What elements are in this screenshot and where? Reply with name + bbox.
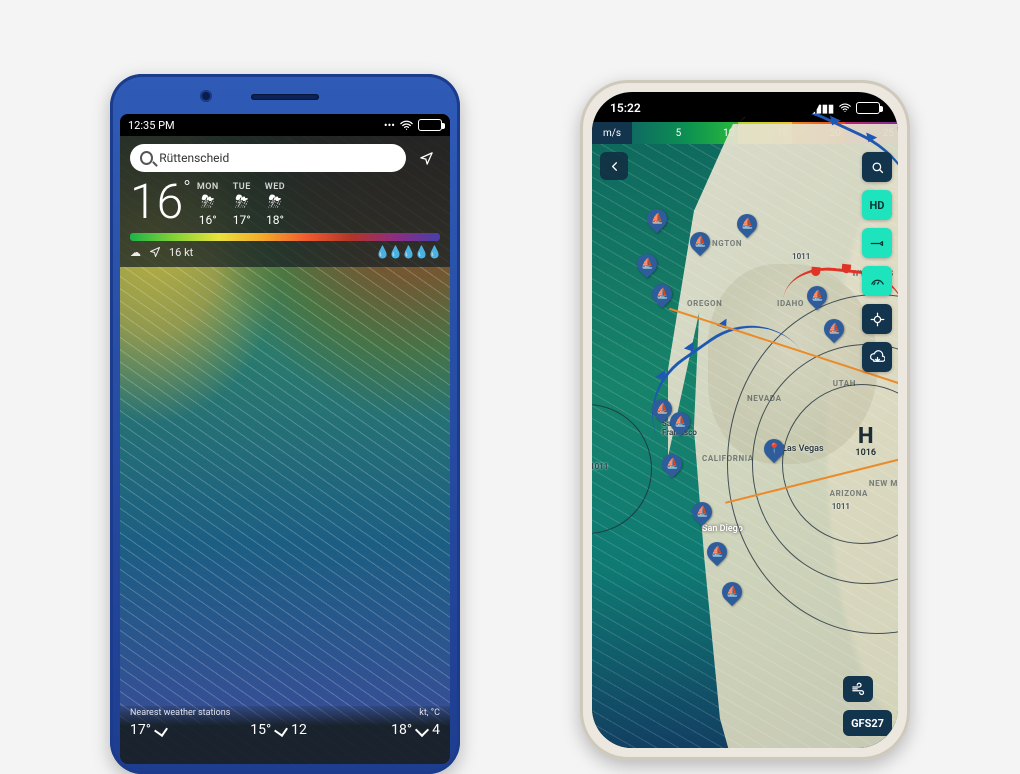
- search-button[interactable]: [862, 152, 892, 182]
- isobar-map[interactable]: OREGON IDAHO WYOMING NEVADA UTAH CALIFOR…: [592, 144, 898, 748]
- cloud-download-icon: [870, 350, 885, 365]
- forecast-day-temp: 16°: [199, 213, 217, 227]
- precipitation-icons: 💧💧💧💧💧: [375, 245, 440, 259]
- kite-icon: ⛵: [656, 404, 668, 415]
- wifi-icon: [399, 118, 414, 133]
- pressure-label: 1011: [832, 502, 850, 511]
- kite-icon: ⛵: [711, 547, 723, 558]
- location-search[interactable]: [130, 144, 406, 172]
- fronts-icon: [870, 274, 885, 289]
- plane-icon: [870, 236, 885, 251]
- location-arrow-icon: [419, 151, 434, 166]
- high-pressure-marker: H 1016: [855, 426, 876, 458]
- kite-icon: ⛵: [828, 324, 840, 335]
- jet-layer-toggle[interactable]: [862, 228, 892, 258]
- search-icon: [140, 151, 153, 165]
- state-label: NGTON: [712, 239, 742, 248]
- station-wind: 4: [432, 722, 440, 738]
- earpiece: [251, 94, 319, 100]
- wind-arrow-icon: [154, 723, 168, 737]
- hd-toggle[interactable]: HD: [862, 190, 892, 220]
- pressure-label: 1011: [592, 462, 608, 471]
- kite-icon: ⛵: [741, 219, 753, 230]
- stations-title: Nearest weather stations: [130, 708, 230, 718]
- current-temperature: 16°: [130, 178, 191, 226]
- battery-icon: [856, 102, 880, 114]
- stations-footer[interactable]: Nearest weather stations kt, °C 17° 15° …: [120, 706, 450, 764]
- current-meta-row: ☁ 16 kt 💧💧💧💧💧: [130, 245, 440, 259]
- forecast-day-label: WED: [265, 182, 285, 192]
- kite-icon: ⛵: [696, 507, 708, 518]
- wind-direction-icon: [149, 246, 161, 258]
- legend-unit: m/s: [592, 122, 632, 144]
- station-item[interactable]: 17°: [130, 722, 166, 738]
- kite-icon: ⛵: [656, 289, 668, 300]
- model-chip[interactable]: GFS27: [843, 710, 892, 736]
- pin-icon: 📍: [768, 444, 780, 455]
- state-label: OREGON: [687, 299, 722, 308]
- search-icon: [870, 160, 885, 175]
- iphone-mockup: 15:22 ▮▮▮▮ m/s 5 10 15 20 25: [580, 80, 910, 760]
- forecast-day[interactable]: TUE ⛈ 17°: [233, 182, 251, 227]
- wind-scale-bar: [130, 233, 440, 241]
- forecast-day-label: MON: [197, 182, 219, 192]
- kite-icon: ⛵: [726, 587, 738, 598]
- forecast-day[interactable]: WED ⛈ 18°: [265, 182, 285, 227]
- fronts-layer-toggle[interactable]: [862, 266, 892, 296]
- kite-icon: ⛵: [694, 237, 706, 248]
- crosshair-icon: [870, 312, 885, 327]
- statusbar-time: 12:35 PM: [128, 119, 175, 132]
- front-camera: [200, 90, 212, 102]
- forecast-day-label: TUE: [233, 182, 251, 192]
- product-shot: 12:35 PM •••: [0, 0, 1020, 640]
- wind-layer-button[interactable]: [843, 676, 873, 702]
- stations-units: kt, °C: [419, 708, 440, 718]
- arrow-left-icon: [607, 159, 622, 174]
- kite-icon: ⛵: [666, 459, 678, 470]
- kite-icon: ⛵: [674, 417, 686, 428]
- android-statusbar: 12:35 PM •••: [120, 114, 450, 136]
- locate-button[interactable]: [862, 304, 892, 334]
- back-button[interactable]: [600, 152, 628, 180]
- kite-icon: ⛵: [651, 214, 663, 225]
- statusbar-time: 15:22: [610, 101, 641, 115]
- kite-icon: ⛵: [811, 291, 823, 302]
- wind-arrow-icon: [274, 723, 288, 737]
- station-temp: 15°: [250, 722, 271, 738]
- storm-icon: ⛈: [235, 194, 249, 211]
- station-temp: 17°: [130, 722, 151, 738]
- current-wind: 16 kt: [169, 246, 193, 259]
- android-screen: 12:35 PM •••: [120, 114, 450, 764]
- notch: [670, 92, 820, 117]
- forecast-day-temp: 18°: [266, 213, 284, 227]
- station-item[interactable]: 18° 4: [391, 722, 440, 738]
- storm-icon: ⛈: [201, 194, 215, 211]
- wind-arrow-icon: [415, 723, 429, 737]
- kite-icon: ⛵: [641, 259, 653, 270]
- cloud-icon: ☁: [130, 246, 141, 259]
- search-input[interactable]: [159, 151, 396, 165]
- forecast-row[interactable]: MON ⛈ 16° TUE ⛈ 17° WED ⛈: [197, 182, 285, 227]
- locate-button[interactable]: [412, 144, 440, 172]
- map-actions: HD: [862, 152, 892, 372]
- wifi-icon: [838, 101, 852, 115]
- android-phone-mockup: 12:35 PM •••: [110, 74, 460, 774]
- offline-button[interactable]: [862, 342, 892, 372]
- station-wind: 12: [291, 722, 307, 738]
- pressure-label: 1011: [792, 252, 810, 261]
- legend-segment: 5: [632, 122, 685, 144]
- forecast-day-temp: 17°: [233, 213, 251, 227]
- iphone-bezel: 15:22 ▮▮▮▮ m/s 5 10 15 20 25: [592, 92, 898, 748]
- battery-icon: [418, 119, 442, 131]
- wind-icon: [851, 682, 866, 697]
- forecast-day[interactable]: MON ⛈ 16°: [197, 182, 219, 227]
- storm-icon: ⛈: [268, 194, 282, 211]
- map-bottom-actions: GFS27: [843, 676, 892, 736]
- more-icon: •••: [384, 119, 395, 132]
- app-content: 16° MON ⛈ 16° TUE ⛈ 17°: [120, 136, 450, 764]
- iphone-screen: m/s 5 10 15 20 25 OREGON IDAHO WYOMING N…: [592, 92, 898, 748]
- weather-overlay-panel: 16° MON ⛈ 16° TUE ⛈ 17°: [120, 136, 450, 267]
- station-temp: 18°: [391, 722, 412, 738]
- station-item[interactable]: 15° 12: [250, 722, 307, 738]
